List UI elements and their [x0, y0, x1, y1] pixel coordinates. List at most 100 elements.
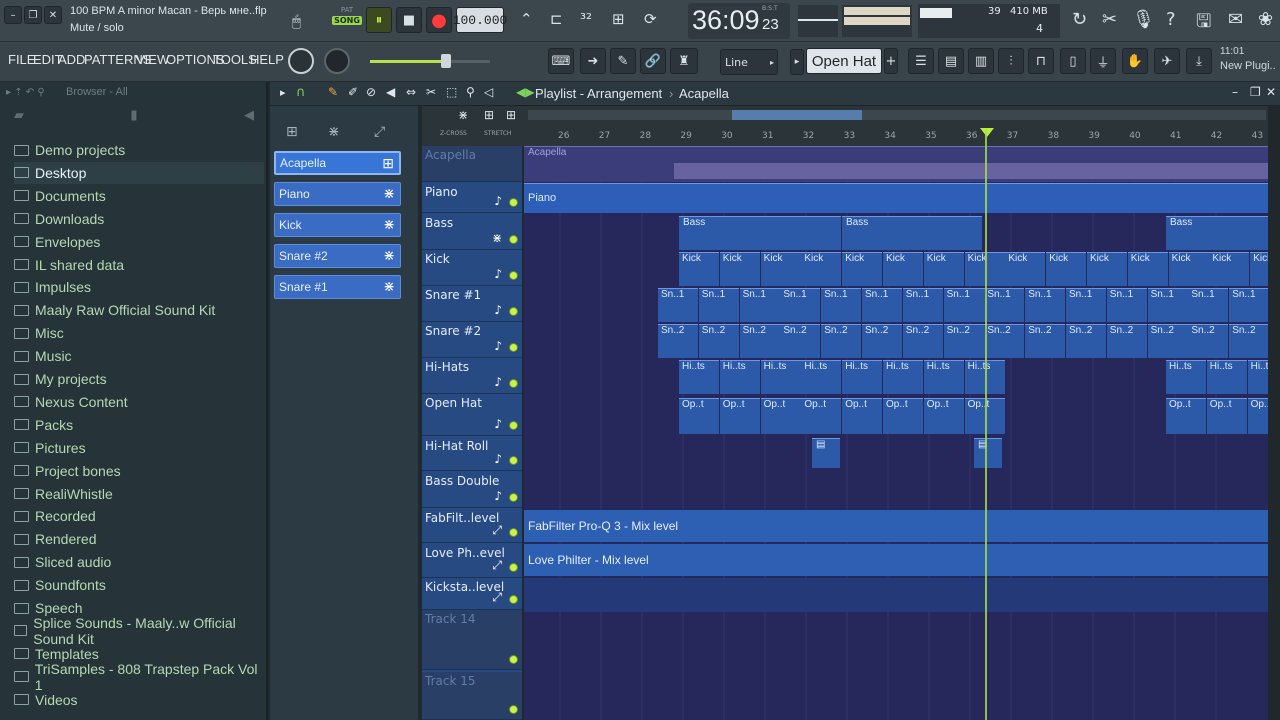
track-header[interactable]: FabFilt..level ⤢ [422, 509, 522, 543]
record-button[interactable]: ● [426, 7, 452, 33]
bar-number[interactable]: 27 [599, 131, 610, 141]
browser-item[interactable]: TriSamples - 808 Trapstep Pack Vol 1 [14, 661, 264, 693]
song-position-display[interactable]: 36:09 23 B:S:T [688, 3, 790, 39]
piano-roll-button[interactable]: ⌨ [548, 48, 574, 74]
speaker-tab-icon[interactable]: ◀ [244, 108, 254, 128]
track-header[interactable]: Hi-Hats ♪ [422, 358, 522, 394]
browser-tabs[interactable]: ▰ ▮ ◀ [14, 108, 254, 128]
browser-nav-icons[interactable]: ▸ ⇡ ↶ ⚲ [6, 87, 45, 98]
window-close-icon[interactable]: ✕ [1266, 85, 1276, 99]
bar-number[interactable]: 38 [1048, 131, 1059, 141]
browser-item[interactable]: Impulses [14, 276, 264, 298]
browser-item[interactable]: My projects [14, 368, 264, 390]
track-active-led[interactable] [509, 343, 518, 352]
browser-item[interactable]: Project bones [14, 460, 264, 482]
save-icon[interactable]: 🖫 [1196, 9, 1211, 39]
bar-number[interactable]: 35 [925, 131, 936, 141]
stop-button[interactable]: ■ [396, 7, 422, 33]
clip-snare-1[interactable]: Sn..1 [1229, 288, 1268, 322]
clip-hihats[interactable]: Hi..ts [883, 360, 923, 394]
master-slider-handle[interactable] [441, 54, 451, 68]
clip-openhat[interactable]: Op..t [719, 398, 760, 434]
vertical-scrollbar[interactable] [1268, 106, 1280, 720]
close-icon[interactable]: ✕ [44, 6, 62, 24]
countdown-icon[interactable]: ³² [580, 10, 592, 28]
clip-kick[interactable]: Kick [1005, 252, 1046, 286]
clip-bass[interactable]: Bass [842, 216, 982, 250]
clip-snare-1[interactable]: Sn..1 [1106, 288, 1147, 322]
clip-openhat[interactable]: Op..t [842, 398, 883, 434]
playlist-menu-icon[interactable]: ▸ [280, 86, 286, 99]
microphone-icon[interactable]: 🎙 [1132, 9, 1155, 30]
clip-acapella[interactable]: Acapella [524, 146, 1268, 182]
clip-kick[interactable]: Kick [923, 252, 964, 286]
clip-openhat[interactable]: Op..t [1206, 398, 1247, 434]
pencil-tool-icon[interactable]: ✎ [328, 85, 338, 99]
wait-input-icon[interactable]: ⊏ [550, 10, 563, 28]
track-header[interactable]: Hi-Hat Roll ♪ [422, 437, 522, 471]
brush-button[interactable]: ✎ [610, 48, 636, 74]
channel-snare-2[interactable]: Snare #2 ⋇ [274, 244, 401, 268]
browser-item[interactable]: Envelopes [14, 231, 264, 253]
track-header[interactable]: Piano ♪ [422, 183, 522, 213]
clip-snare-1[interactable]: Sn..1 [1066, 288, 1106, 322]
link-button[interactable]: 🔗 [640, 48, 666, 74]
piano-roll-filter-icon[interactable]: ⊞ [286, 124, 298, 140]
piano-roll-window-icon[interactable]: ▥ [968, 48, 994, 74]
clip-snare-1[interactable]: Sn..1 [1188, 288, 1229, 322]
track-active-led[interactable] [509, 655, 518, 664]
clip-snare-1[interactable]: Sn..1 [739, 288, 780, 322]
clip-hihats[interactable]: Hi..ts [801, 360, 842, 394]
channel-snare-1[interactable]: Snare #1 ⋇ [274, 275, 401, 299]
browser-item[interactable]: Recorded [14, 505, 264, 527]
bar-number[interactable]: 40 [1129, 131, 1140, 141]
undo-history-icon[interactable]: ↻ [1072, 9, 1087, 30]
clip-kick[interactable]: Kick [679, 252, 719, 286]
browser-item[interactable]: Music [14, 345, 264, 367]
clip-openhat[interactable]: Op..t [883, 398, 923, 434]
clip-kick[interactable]: Kick [1250, 252, 1268, 286]
clip-snare-2[interactable]: Sn..2 [658, 324, 698, 358]
browser-item[interactable]: Nexus Content [14, 391, 264, 413]
track-active-led[interactable] [509, 421, 518, 430]
clip-snare-2[interactable]: Sn..2 [984, 324, 1025, 358]
clip-snare-2[interactable]: Sn..2 [1066, 324, 1106, 358]
clip-snare-2[interactable]: Sn..2 [698, 324, 739, 358]
track-header[interactable]: Track 14 [422, 610, 522, 670]
window-maximize-icon[interactable]: ❐ [1250, 85, 1261, 99]
bar-number[interactable]: 34 [884, 131, 895, 141]
bar-number[interactable]: 33 [844, 131, 855, 141]
channel-acapella[interactable]: Acapella ⊞ [274, 151, 401, 175]
browser-item[interactable]: Soundfonts [14, 574, 264, 596]
loop-record-icon[interactable]: ⟳ [644, 10, 657, 28]
clip-hihats[interactable]: Hi..ts [1247, 360, 1268, 394]
bar-number[interactable]: 29 [680, 131, 691, 141]
track-active-led[interactable] [509, 528, 518, 537]
playlist-scrollbar[interactable] [528, 110, 1266, 120]
clip-piano[interactable]: Piano [524, 183, 1268, 213]
delete-tool-icon[interactable]: ⊘ [366, 85, 376, 99]
clip-snare-1[interactable]: Sn..1 [902, 288, 943, 322]
clip-snare-2[interactable]: Sn..2 [821, 324, 862, 358]
track-active-led[interactable] [509, 379, 518, 388]
track-header[interactable]: Snare #2 ♪ [422, 322, 522, 358]
track-header[interactable]: Love Ph..evel ⤢ [422, 544, 522, 578]
clip-openhat[interactable]: Op..t [801, 398, 842, 434]
clip-snare-2[interactable]: Sn..2 [739, 324, 780, 358]
help-icon[interactable]: ? [1166, 9, 1176, 30]
bar-number[interactable]: 37 [1007, 131, 1018, 141]
browser-window-icon[interactable]: ⊓ [1028, 48, 1054, 74]
track-header[interactable]: Snare #1 ♪ [422, 286, 522, 322]
clip-kick[interactable]: Kick [1127, 252, 1168, 286]
clip-snare-1[interactable]: Sn..1 [658, 288, 698, 322]
plugin-database-icon[interactable]: ▯ [1060, 48, 1086, 74]
chat-icon[interactable]: ✉ [1228, 9, 1243, 30]
clip-kick[interactable]: Kick [719, 252, 760, 286]
render-icon[interactable]: ✈ [1154, 48, 1180, 74]
browser-item[interactable]: Documents [14, 185, 264, 207]
slice-tool-icon[interactable]: ✂ [426, 85, 436, 99]
menu-view[interactable]: VIEW [136, 52, 169, 67]
playback-tool-icon[interactable]: ◁ [484, 85, 493, 99]
channel-piano[interactable]: Piano ⋇ [274, 182, 401, 206]
playlist-window-icon[interactable]: ☰ [908, 48, 934, 74]
